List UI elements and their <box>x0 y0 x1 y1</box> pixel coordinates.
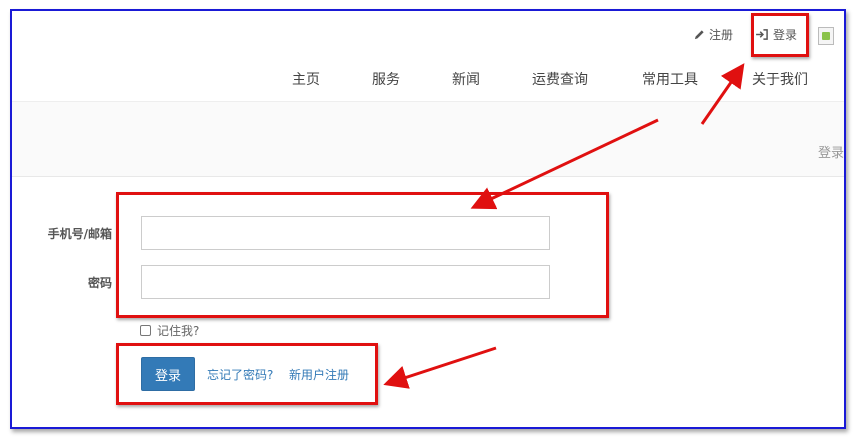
nav-item-tools[interactable]: 常用工具 <box>642 69 698 89</box>
page-banner: 登录 <box>12 101 844 177</box>
nav-item-services[interactable]: 服务 <box>372 69 400 89</box>
annotation-box-form-fields <box>116 192 609 318</box>
nav-item-news[interactable]: 新闻 <box>452 69 480 89</box>
register-top-link[interactable]: 注册 <box>694 26 733 43</box>
pencil-icon <box>694 30 704 40</box>
register-top-label: 注册 <box>709 28 734 42</box>
remember-label: 记住我? <box>157 324 200 338</box>
screenshot-frame: 注册 登录 主页 服务 新闻 运费查询 常用工具 关于我们 登录 手机号/邮箱 <box>0 0 855 438</box>
account-label: 手机号/邮箱 <box>47 227 112 241</box>
annotation-box-login-link <box>751 13 809 57</box>
nav-item-about[interactable]: 关于我们 <box>752 69 808 89</box>
password-label: 密码 <box>87 276 112 290</box>
remember-me[interactable]: 记住我? <box>140 322 199 339</box>
remember-checkbox[interactable] <box>140 325 151 336</box>
main-nav: 主页 服务 新闻 运费查询 常用工具 关于我们 <box>272 69 844 93</box>
annotation-box-submit-row <box>116 343 378 405</box>
breadcrumb: 登录 <box>818 146 844 161</box>
broken-image-icon <box>818 27 834 45</box>
nav-item-shipping-query[interactable]: 运费查询 <box>532 69 588 89</box>
nav-item-home[interactable]: 主页 <box>292 69 320 89</box>
